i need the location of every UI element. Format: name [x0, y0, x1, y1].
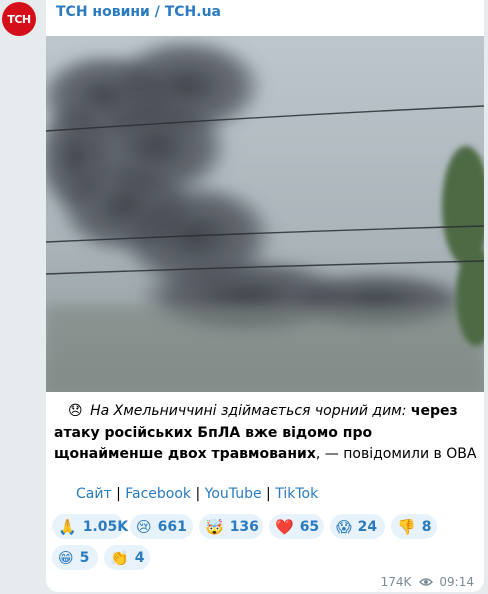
avatar-logo-text: ТСН: [7, 12, 31, 26]
grinning-face-icon: 😁: [58, 548, 74, 567]
heart-icon: ❤️: [275, 517, 294, 536]
link-youtube[interactable]: YouTube: [205, 486, 262, 502]
reaction-crying[interactable]: 😢 661: [130, 514, 193, 539]
exploding-head-icon: 🤯: [205, 517, 224, 536]
reaction-count: 4: [134, 549, 145, 566]
message-time: 09:14: [439, 575, 474, 589]
smoke-photo-image: [46, 36, 484, 392]
post-links: Сайт | Facebook | YouTube | TikTok: [76, 486, 318, 502]
post-rest-text: , — повідомили в ОВА: [315, 446, 477, 462]
views-count: 174K: [380, 575, 412, 589]
reaction-count: 661: [157, 518, 187, 535]
reaction-count: 136: [229, 518, 259, 535]
post-text: 😞 На Хмельниччині здіймається чорний дим…: [54, 401, 478, 466]
reaction-count: 24: [357, 518, 378, 535]
reaction-count: 1.05K: [82, 518, 129, 535]
reaction-scream[interactable]: 😱 24: [330, 514, 385, 539]
eye-icon: [419, 578, 434, 586]
reaction-exploding-head[interactable]: 🤯 136: [199, 514, 263, 539]
post-italic-text: На Хмельниччині здіймається чорний дим: [90, 403, 402, 419]
disappointed-face-icon: 😞: [68, 403, 83, 419]
crying-face-icon: 😢: [136, 517, 152, 536]
reaction-heart[interactable]: ❤️ 65: [269, 514, 324, 539]
channel-name[interactable]: ТСН новини / ТСН.ua: [56, 4, 221, 20]
reaction-pray[interactable]: 🙏 1.05K: [52, 514, 128, 539]
thumbs-down-icon: 👎: [397, 517, 416, 536]
reaction-clap[interactable]: 👏 4: [104, 545, 150, 570]
message-bubble: ТСН новини / ТСН.ua 😞 На Хмельниччині зд…: [46, 0, 484, 592]
reaction-count: 5: [79, 549, 90, 566]
link-separator: |: [266, 486, 271, 502]
link-site[interactable]: Сайт: [76, 486, 112, 502]
reaction-count: 65: [299, 518, 320, 535]
link-separator: |: [116, 486, 121, 502]
link-separator: |: [195, 486, 201, 502]
clapping-hands-icon: 👏: [110, 548, 129, 567]
post-colon: :: [401, 403, 407, 419]
channel-avatar[interactable]: ТСН: [2, 2, 36, 36]
screaming-face-icon: 😱: [336, 517, 352, 536]
reaction-count: 8: [421, 518, 432, 535]
pray-icon: 🙏: [58, 517, 77, 536]
post-photo[interactable]: [46, 36, 484, 392]
reaction-thumbs-down[interactable]: 👎 8: [391, 514, 437, 539]
message-meta: 174K 09:14: [381, 575, 474, 589]
reaction-grin[interactable]: 😁 5: [52, 545, 98, 570]
link-tiktok[interactable]: TikTok: [275, 486, 318, 502]
link-facebook[interactable]: Facebook: [125, 486, 191, 502]
